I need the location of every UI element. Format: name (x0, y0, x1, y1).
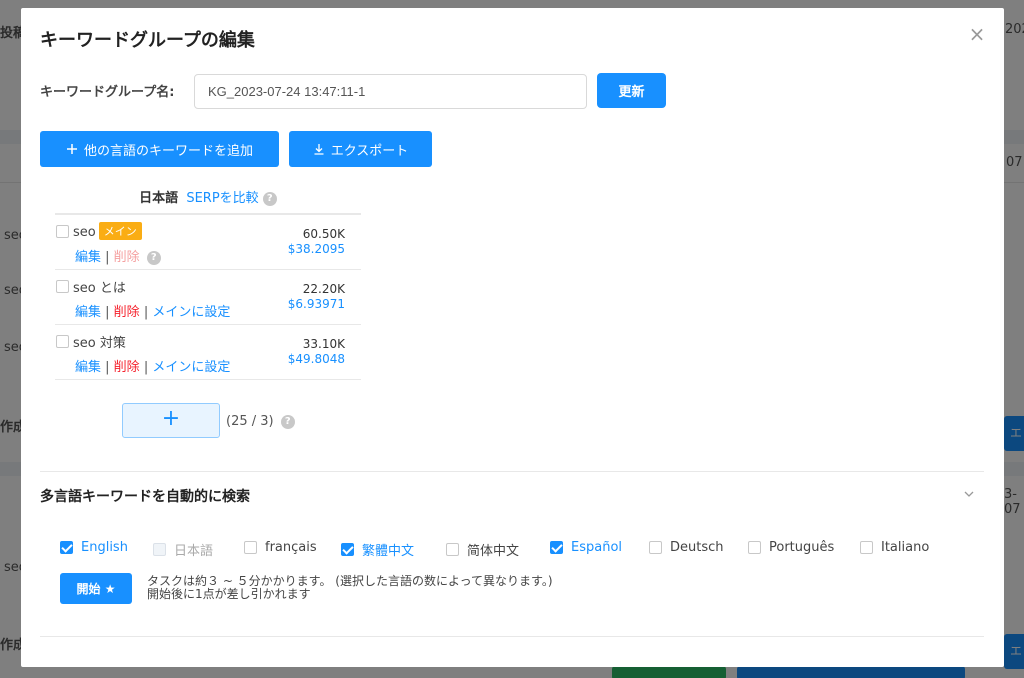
keyword-actions: 編集 | 削除 ? (75, 246, 161, 265)
keyword-text: seo メイン (73, 222, 142, 240)
search-volume: 60.50K (302, 227, 345, 241)
language-option[interactable]: Español (550, 540, 622, 555)
auto-search-title[interactable]: 多言語キーワードを自動的に検索 (40, 486, 250, 506)
export-button[interactable]: エクスポート (289, 131, 432, 167)
language-option[interactable]: English (60, 540, 128, 555)
language-checkbox (153, 543, 166, 556)
delete-link: 削除 (113, 250, 140, 265)
keyword-text: seo とは (73, 281, 126, 296)
language-label: français (265, 540, 317, 555)
keyword-table: 日本語 SERPを比較 ? seo メイン 編集 | 削除 ? 60.50K $3… (55, 184, 361, 380)
group-name-input[interactable] (194, 74, 587, 109)
close-icon[interactable]: × (965, 22, 989, 46)
table-row: seo 対策 編集 | 削除 | メインに設定 33.10K $49.8048 (55, 325, 361, 380)
edit-link[interactable]: 編集 (75, 360, 101, 375)
start-note: タスクは約３ ~ ５分かかります。 (選択した言語の数によって異なります。) 開… (147, 574, 553, 601)
language-label: 日本語 (174, 544, 214, 559)
add-language-keyword-button[interactable]: 他の言語のキーワードを追加 (40, 131, 279, 167)
keyword-checkbox[interactable] (56, 225, 69, 238)
delete-link[interactable]: 削除 (114, 360, 140, 375)
delete-link[interactable]: 削除 (114, 305, 140, 320)
add-language-label: 他の言語のキーワードを追加 (83, 143, 253, 159)
language-checkbox[interactable] (446, 543, 459, 556)
add-keyword-button[interactable]: + (122, 403, 220, 438)
edit-keyword-group-modal: キーワードグループの編集 × キーワードグループ名: 更新 他の言語のキーワード… (21, 8, 1004, 667)
language-label: Deutsch (670, 540, 724, 555)
cpc-value: $38.2095 (287, 242, 345, 256)
language-option[interactable]: Português (748, 540, 834, 555)
cpc-value: $6.93971 (287, 297, 345, 311)
language-option[interactable]: 简体中文 (446, 540, 519, 559)
keyword-actions: 編集 | 削除 | メインに設定 (75, 305, 231, 320)
main-badge: メイン (98, 222, 142, 240)
language-checkbox[interactable] (244, 541, 257, 554)
language-checkbox[interactable] (60, 541, 73, 554)
language-name: 日本語 (139, 191, 179, 206)
language-checkbox[interactable] (649, 541, 662, 554)
section-divider (40, 471, 984, 472)
table-row: seo メイン 編集 | 削除 ? 60.50K $38.2095 (55, 215, 361, 270)
language-checkbox[interactable] (860, 541, 873, 554)
language-option: 日本語 (153, 540, 213, 559)
set-main-link[interactable]: メインに設定 (152, 360, 230, 375)
help-icon[interactable]: ? (146, 250, 161, 265)
keyword-count: (25 / 3) ? (226, 414, 295, 429)
language-label: 繁體中文 (362, 544, 415, 559)
bottom-divider (40, 636, 984, 637)
help-icon[interactable]: ? (262, 191, 277, 206)
language-option[interactable]: français (244, 540, 317, 555)
search-volume: 33.10K (302, 337, 345, 351)
edit-link[interactable]: 編集 (75, 305, 101, 320)
compare-serp-link[interactable]: SERPを比較 (186, 191, 258, 206)
language-label: Italiano (881, 540, 930, 555)
language-checkbox[interactable] (341, 543, 354, 556)
keyword-checkbox[interactable] (56, 280, 69, 293)
download-icon (314, 144, 324, 155)
language-label: Español (571, 540, 623, 555)
search-volume: 22.20K (302, 282, 345, 296)
language-option[interactable]: Deutsch (649, 540, 724, 555)
help-icon[interactable]: ? (280, 414, 295, 429)
language-label: English (81, 540, 128, 555)
language-label: 简体中文 (467, 544, 520, 559)
set-main-link[interactable]: メインに設定 (152, 305, 230, 320)
plus-icon (66, 144, 77, 154)
keyword-text: seo 対策 (73, 336, 126, 351)
language-option[interactable]: Italiano (860, 540, 929, 555)
language-checkbox[interactable] (550, 541, 563, 554)
keyword-checkbox[interactable] (56, 335, 69, 348)
update-button[interactable]: 更新 (597, 73, 666, 108)
export-label: エクスポート (330, 143, 409, 159)
table-row: seo とは 編集 | 削除 | メインに設定 22.20K $6.93971 (55, 270, 361, 325)
group-name-label: キーワードグループ名: (40, 85, 175, 100)
keyword-actions: 編集 | 削除 | メインに設定 (75, 360, 231, 375)
start-button[interactable]: 開始 ★ (60, 573, 132, 604)
modal-title: キーワードグループの編集 (40, 30, 255, 51)
language-checkbox[interactable] (748, 541, 761, 554)
language-label: Português (769, 540, 835, 555)
cpc-value: $49.8048 (287, 352, 345, 366)
language-option[interactable]: 繁體中文 (341, 540, 414, 559)
chevron-down-icon[interactable] (961, 486, 977, 502)
edit-link[interactable]: 編集 (75, 250, 101, 265)
keyword-table-header: 日本語 SERPを比較 ? (55, 184, 361, 215)
